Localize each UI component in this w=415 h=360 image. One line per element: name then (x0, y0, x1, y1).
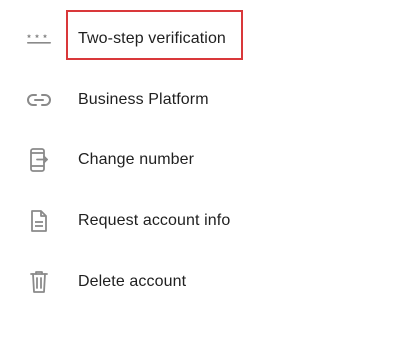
menu-item-label: Request account info (78, 212, 231, 229)
password-dots-icon (26, 26, 52, 52)
menu-item-label: Change number (78, 151, 195, 168)
menu-item-label: Delete account (78, 273, 187, 290)
menu-item-change-number[interactable]: Change number (0, 135, 415, 185)
menu-item-business-platform[interactable]: Business Platform (0, 75, 415, 125)
menu-item-label: Two-step verification (78, 30, 226, 47)
menu-item-label: Business Platform (78, 91, 209, 108)
menu-item-delete-account[interactable]: Delete account (0, 257, 415, 307)
trash-icon (26, 269, 52, 295)
phone-change-icon (26, 147, 52, 173)
link-icon (26, 87, 52, 113)
document-icon (26, 208, 52, 234)
account-settings-menu: Two-step verification Business Platform (0, 0, 415, 360)
menu-item-two-step-verification[interactable]: Two-step verification (0, 14, 415, 64)
menu-item-request-account-info[interactable]: Request account info (0, 196, 415, 246)
